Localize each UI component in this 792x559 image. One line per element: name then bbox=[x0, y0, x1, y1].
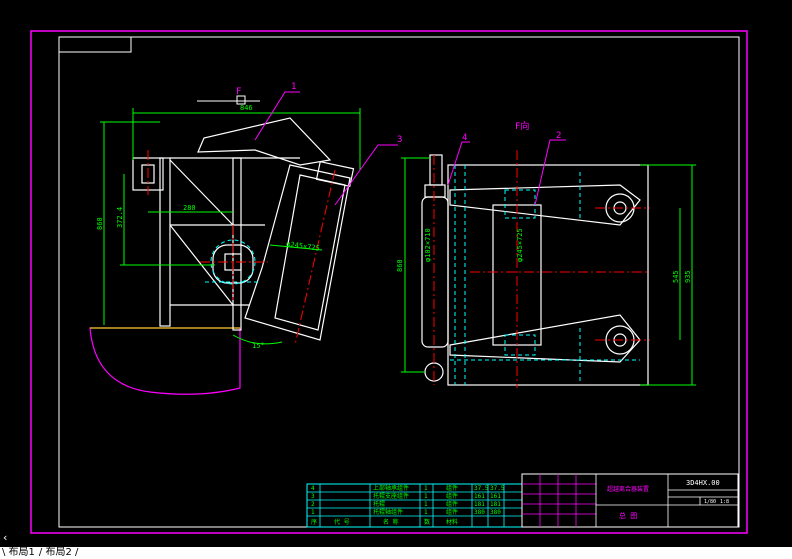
bom-qty: 1 bbox=[424, 493, 428, 500]
view-arrow-box bbox=[236, 95, 246, 105]
bom-name: 托辊支座组件 bbox=[373, 492, 409, 500]
scale-b: 1:8 bbox=[720, 499, 729, 505]
tab-layout-2[interactable]: / 布局2 / bbox=[37, 547, 80, 558]
pin-cylinder bbox=[421, 196, 449, 348]
bom-no: 2 bbox=[311, 501, 315, 508]
bom-header-name: 名 称 bbox=[383, 518, 399, 526]
bom-header-no: 序 bbox=[311, 518, 317, 526]
bom-w1: 37.5 bbox=[474, 485, 489, 492]
dim-side-height: 860 bbox=[396, 259, 404, 272]
bom-mat: 组件 bbox=[446, 492, 458, 500]
bom-name: 上部轴承组件 bbox=[373, 484, 409, 492]
dim-right-h2: 935 bbox=[684, 270, 692, 283]
outer-frame bbox=[30, 30, 748, 534]
bom-header-code: 代 号 bbox=[334, 518, 350, 526]
bom-header-mat: 材料 bbox=[446, 518, 458, 526]
dim-left-height: 860 bbox=[96, 217, 104, 230]
inner-border bbox=[58, 36, 740, 528]
bom-w1: 161 bbox=[474, 493, 485, 500]
part-number-3: 3 bbox=[397, 135, 402, 145]
bom-header-qty: 数 bbox=[424, 518, 430, 526]
drawing-view: 总 图 bbox=[619, 511, 637, 520]
dim-roller-left: φ245×725 bbox=[286, 240, 321, 253]
roller-body bbox=[274, 174, 346, 331]
view-title-f: F向 bbox=[515, 120, 529, 132]
bom-mat: 组件 bbox=[446, 484, 458, 492]
dim-right-h1: 545 bbox=[672, 270, 680, 283]
layout-tab-bar: \ 布局1/ 布局2 / bbox=[0, 547, 792, 559]
scale-a: 1/80 bbox=[704, 499, 716, 505]
chute-outline bbox=[89, 327, 241, 395]
leader-2 bbox=[534, 139, 566, 206]
dim-pin-dia: φ102×710 bbox=[424, 228, 432, 262]
dim-offset-height: 372.4 bbox=[116, 207, 124, 228]
bom-qty: 1 bbox=[424, 485, 428, 492]
bom-w1: 181 bbox=[474, 501, 485, 508]
bom-qty: 1 bbox=[424, 509, 428, 516]
bom-no: 3 bbox=[311, 493, 315, 500]
cad-drawing-canvas[interactable]: 846 860 372.4 280 φ245×725 15° F 1 3 860… bbox=[0, 0, 792, 547]
part-number-4: 4 bbox=[462, 133, 467, 143]
part-number-1: 1 bbox=[291, 82, 296, 92]
roller-axis bbox=[294, 169, 336, 346]
pin-collar-top bbox=[424, 184, 446, 198]
command-prompt-icon[interactable]: ‹ bbox=[2, 531, 9, 544]
part-number-2: 2 bbox=[556, 131, 561, 141]
right-view: 860 φ102×710 φ245×725 545 935 F向 4 2 bbox=[396, 120, 696, 388]
leader-4 bbox=[447, 141, 470, 186]
tab-layout-1[interactable]: \ 布局1 bbox=[0, 547, 37, 558]
bom-qty: 1 bbox=[424, 501, 428, 508]
bom-w2: 161 bbox=[490, 493, 501, 500]
roller-cap bbox=[315, 160, 355, 188]
bom-no: 4 bbox=[311, 485, 315, 492]
leader-3 bbox=[334, 144, 398, 206]
bom-mat: 组件 bbox=[446, 500, 458, 508]
bom-table: 4 上部轴承组件 1 组件 37.5 37.5 3 托辊支座组件 1 组件 16… bbox=[306, 483, 523, 528]
frame-brace-1 bbox=[169, 159, 234, 226]
bom-name: 托辊轴组件 bbox=[373, 508, 403, 516]
bom-w2: 181 bbox=[490, 501, 501, 508]
frame-column-right bbox=[232, 157, 242, 331]
bom-no: 1 bbox=[311, 509, 315, 516]
dim-angle: 15° bbox=[252, 342, 265, 350]
corner-label-box bbox=[58, 36, 132, 53]
side-frame bbox=[447, 164, 649, 386]
view-label-f: F bbox=[236, 87, 241, 97]
leader-1 bbox=[254, 91, 300, 141]
dim-top-width: 846 bbox=[240, 104, 253, 112]
top-stud bbox=[429, 154, 443, 186]
dim-offset-width: 280 bbox=[183, 204, 196, 212]
title-block: 3D4HX.00 超越离合器装置 总 图 1/80 1:8 bbox=[521, 473, 739, 528]
lower-arm bbox=[449, 314, 641, 363]
bom-mat: 组件 bbox=[446, 508, 458, 516]
frame-column-left bbox=[159, 157, 171, 327]
dim-roller-right: φ245×725 bbox=[516, 228, 524, 262]
left-view: 846 860 372.4 280 φ245×725 15° F 1 3 bbox=[89, 82, 402, 395]
bom-name: 托辊 bbox=[373, 500, 385, 508]
drawing-number: 3D4HX.00 bbox=[686, 479, 720, 487]
bom-w2: 380 bbox=[490, 509, 501, 516]
bom-w1: 380 bbox=[474, 509, 485, 516]
bom-w2: 37.5 bbox=[490, 485, 505, 492]
drawing-name: 超越离合器装置 bbox=[607, 485, 649, 493]
